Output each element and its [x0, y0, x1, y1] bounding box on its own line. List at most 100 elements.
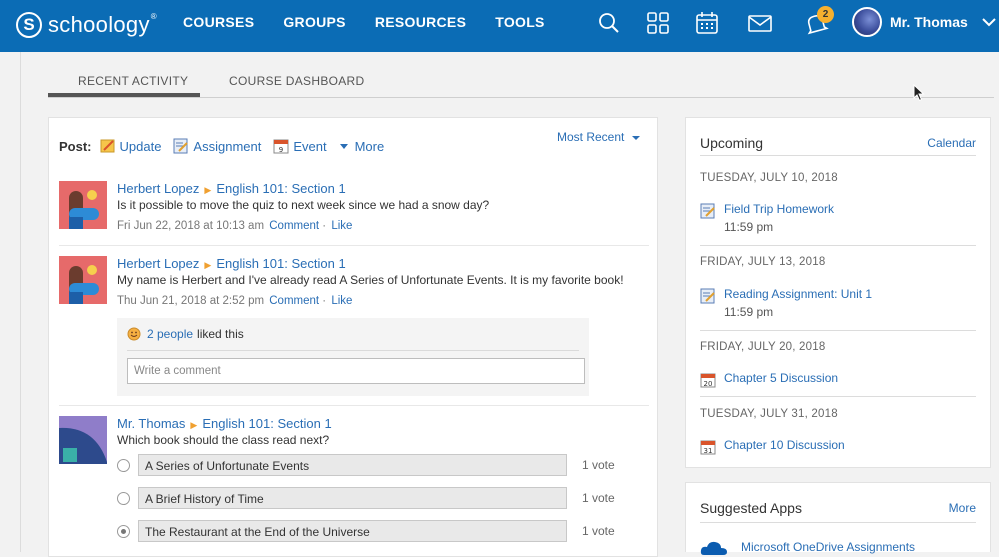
- mouse-cursor-icon: [913, 84, 925, 102]
- poll-option-label[interactable]: A Series of Unfortunate Events: [138, 454, 567, 476]
- mail-icon[interactable]: [747, 10, 773, 36]
- upcoming-event-link[interactable]: Chapter 10 Discussion: [724, 438, 845, 452]
- top-navigation-bar: S schoology® COURSES GROUPS RESOURCES TO…: [0, 0, 999, 52]
- course-link[interactable]: English 101: Section 1: [216, 256, 345, 271]
- svg-text:20: 20: [704, 380, 713, 388]
- author-avatar[interactable]: [59, 256, 107, 304]
- discussion-calendar-icon: 31: [700, 440, 716, 455]
- upcoming-event-link[interactable]: Chapter 5 Discussion: [724, 371, 838, 385]
- entry-date: Fri Jun 22, 2018 at 10:13 am: [117, 220, 265, 232]
- likes-divider: [127, 350, 579, 351]
- poll-option-label[interactable]: The Restaurant at the End of the Univers…: [138, 520, 567, 542]
- upcoming-day-heading: FRIDAY, JULY 20, 2018: [700, 341, 826, 353]
- breadcrumb-arrow-icon: ▶: [204, 260, 212, 270]
- author-avatar[interactable]: [59, 181, 107, 229]
- active-tab-indicator: [48, 93, 200, 97]
- likes-summary: 2 people liked this: [127, 327, 244, 341]
- like-link[interactable]: Like: [331, 220, 352, 232]
- poll-option: The Restaurant at the End of the Univers…: [117, 520, 637, 544]
- tab-course-dashboard[interactable]: COURSE DASHBOARD: [229, 74, 365, 88]
- upcoming-event: 20 Chapter 5 Discussion: [700, 371, 838, 388]
- post-assignment-button[interactable]: Assignment: [173, 138, 261, 154]
- calendar-link[interactable]: Calendar: [927, 136, 976, 150]
- entry-divider: [59, 405, 649, 406]
- course-link[interactable]: English 101: Section 1: [202, 416, 331, 431]
- svg-text:9: 9: [279, 146, 283, 154]
- user-name: Mr. Thomas: [890, 14, 968, 30]
- comment-link[interactable]: Comment: [269, 295, 319, 307]
- entry-header: Herbert Lopez ▶ English 101: Section 1: [117, 181, 647, 197]
- sort-dropdown[interactable]: Most Recent: [557, 130, 640, 144]
- home-tabs: RECENT ACTIVITY COURSE DASHBOARD: [48, 62, 994, 98]
- post-update-button[interactable]: Update: [100, 138, 161, 154]
- upcoming-event-link[interactable]: Field Trip Homework: [724, 202, 834, 216]
- suggested-app-item[interactable]: Microsoft OneDrive Assignments: [700, 539, 915, 555]
- nav-groups[interactable]: GROUPS: [283, 14, 345, 30]
- discussion-calendar-icon: 20: [700, 373, 716, 388]
- author-link[interactable]: Herbert Lopez: [117, 181, 199, 196]
- assignment-icon: [700, 288, 715, 304]
- comment-input[interactable]: Write a comment: [127, 358, 585, 384]
- tab-recent-activity[interactable]: RECENT ACTIVITY: [78, 74, 188, 88]
- comment-link[interactable]: Comment: [269, 220, 319, 232]
- suggested-apps-panel: Suggested Apps More Microsoft OneDrive A…: [685, 482, 991, 555]
- activity-feed: Post: Update Assignment 9 Event More Mos…: [48, 117, 658, 557]
- upcoming-event-time: 11:59 pm: [724, 305, 774, 319]
- entry-date: Thu Jun 21, 2018 at 2:52 pm: [117, 295, 265, 307]
- nav-tools[interactable]: TOOLS: [495, 14, 544, 30]
- poll-vote-count: 1 vote: [582, 524, 615, 538]
- upcoming-day-heading: TUESDAY, JULY 10, 2018: [700, 172, 838, 184]
- liked-by-people-link[interactable]: 2 people: [147, 327, 193, 341]
- upcoming-event-time: 11:59 pm: [724, 220, 774, 234]
- suggested-apps-title: Suggested Apps: [700, 500, 802, 516]
- calendar-icon[interactable]: [694, 10, 720, 36]
- onedrive-cloud-icon: [700, 541, 727, 555]
- update-pencil-icon: [100, 139, 114, 153]
- smiley-like-icon: [127, 327, 141, 341]
- assignment-icon: [173, 138, 189, 154]
- like-link[interactable]: Like: [331, 295, 352, 307]
- upcoming-title: Upcoming: [700, 135, 764, 151]
- notification-count-badge: 2: [817, 6, 834, 23]
- poll-radio-selected[interactable]: [117, 525, 130, 538]
- svg-text:31: 31: [704, 447, 713, 455]
- upcoming-event: Field Trip Homework 11:59 pm: [700, 202, 834, 234]
- schoology-logo[interactable]: S schoology®: [16, 9, 157, 41]
- entry-meta: Thu Jun 21, 2018 at 2:52 pm Comment · Li…: [117, 295, 353, 307]
- poll-vote-count: 1 vote: [582, 458, 615, 472]
- likes-comment-panel: 2 people liked this Write a comment: [117, 318, 589, 396]
- assignment-icon: [700, 203, 715, 219]
- author-link[interactable]: Herbert Lopez: [117, 256, 199, 271]
- poll-radio[interactable]: [117, 459, 130, 472]
- search-icon[interactable]: [596, 10, 622, 36]
- course-link[interactable]: English 101: Section 1: [216, 181, 345, 196]
- chevron-down-icon: [982, 18, 996, 27]
- suggested-apps-more-link[interactable]: More: [949, 501, 976, 515]
- poll-option-label[interactable]: A Brief History of Time: [138, 487, 567, 509]
- event-calendar-icon: 9: [273, 139, 289, 154]
- poll-option: A Series of Unfortunate Events 1 vote: [117, 454, 637, 478]
- suggested-apps-rule: [700, 522, 976, 523]
- post-toolbar: Post: Update Assignment 9 Event More: [59, 138, 396, 154]
- entry-text: Is it possible to move the quiz to next …: [117, 198, 490, 212]
- app-grid-icon[interactable]: [645, 10, 671, 36]
- post-label: Post:: [59, 138, 92, 154]
- poll-vote-count: 1 vote: [582, 491, 615, 505]
- schoology-wordmark: schoology®: [48, 12, 157, 37]
- caret-down-icon: [631, 136, 640, 140]
- schoology-logo-mark: S: [16, 12, 42, 38]
- entry-header: Mr. Thomas ▶ English 101: Section 1: [117, 416, 647, 432]
- poll-radio[interactable]: [117, 492, 130, 505]
- main-nav-links: COURSES GROUPS RESOURCES TOOLS: [183, 0, 574, 44]
- post-event-button[interactable]: 9 Event: [273, 138, 327, 154]
- author-avatar[interactable]: [59, 416, 107, 464]
- nav-resources[interactable]: RESOURCES: [375, 14, 466, 30]
- post-more-dropdown[interactable]: More: [339, 139, 384, 154]
- upcoming-day-rule: [700, 330, 976, 331]
- nav-courses[interactable]: COURSES: [183, 14, 254, 30]
- upcoming-day-heading: TUESDAY, JULY 31, 2018: [700, 408, 838, 420]
- user-menu[interactable]: Mr. Thomas: [852, 7, 998, 37]
- author-link[interactable]: Mr. Thomas: [117, 416, 185, 431]
- upcoming-event-link[interactable]: Reading Assignment: Unit 1: [724, 287, 872, 301]
- entry-header: Herbert Lopez ▶ English 101: Section 1: [117, 256, 647, 272]
